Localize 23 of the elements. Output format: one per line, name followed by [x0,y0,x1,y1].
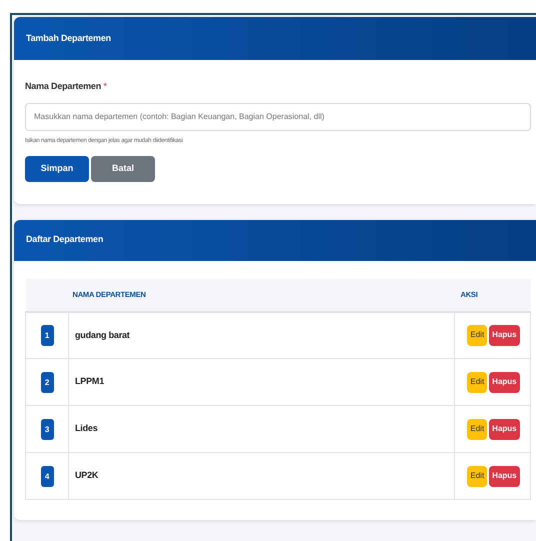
row-number-badge: 3 [40,418,54,440]
delete-button[interactable]: Hapus [489,372,520,392]
department-name: LPPM1 [75,376,104,386]
delete-button[interactable]: Hapus [489,324,520,346]
department-name: UP2K [75,470,98,480]
save-button[interactable]: Simpan [25,156,89,182]
row-number-badge: 2 [40,372,54,392]
name-input-field[interactable]: Masukkan nama departemen (contoh: Bagian Keuangan, Bagian Operasional, dll) [25,102,531,130]
field-label: Nama Departemen [25,81,102,91]
edit-button[interactable]: Edit [467,418,488,440]
department-name: gudang barat [75,330,130,340]
card-header: Tambah Departemen [14,17,536,60]
row-number-badge: 1 [40,324,54,346]
edit-button[interactable]: Edit [467,324,488,346]
delete-button[interactable]: Hapus [489,418,520,440]
edit-button[interactable]: Edit [467,466,488,486]
card-header: Daftar Departemen [14,220,536,260]
edit-button[interactable]: Edit [467,372,488,392]
cancel-button[interactable]: Batal [91,156,155,182]
department-name: Lides [75,423,98,434]
required-mark: * [103,81,107,91]
row-number-badge: 4 [40,466,54,486]
delete-button[interactable]: Hapus [489,466,520,486]
